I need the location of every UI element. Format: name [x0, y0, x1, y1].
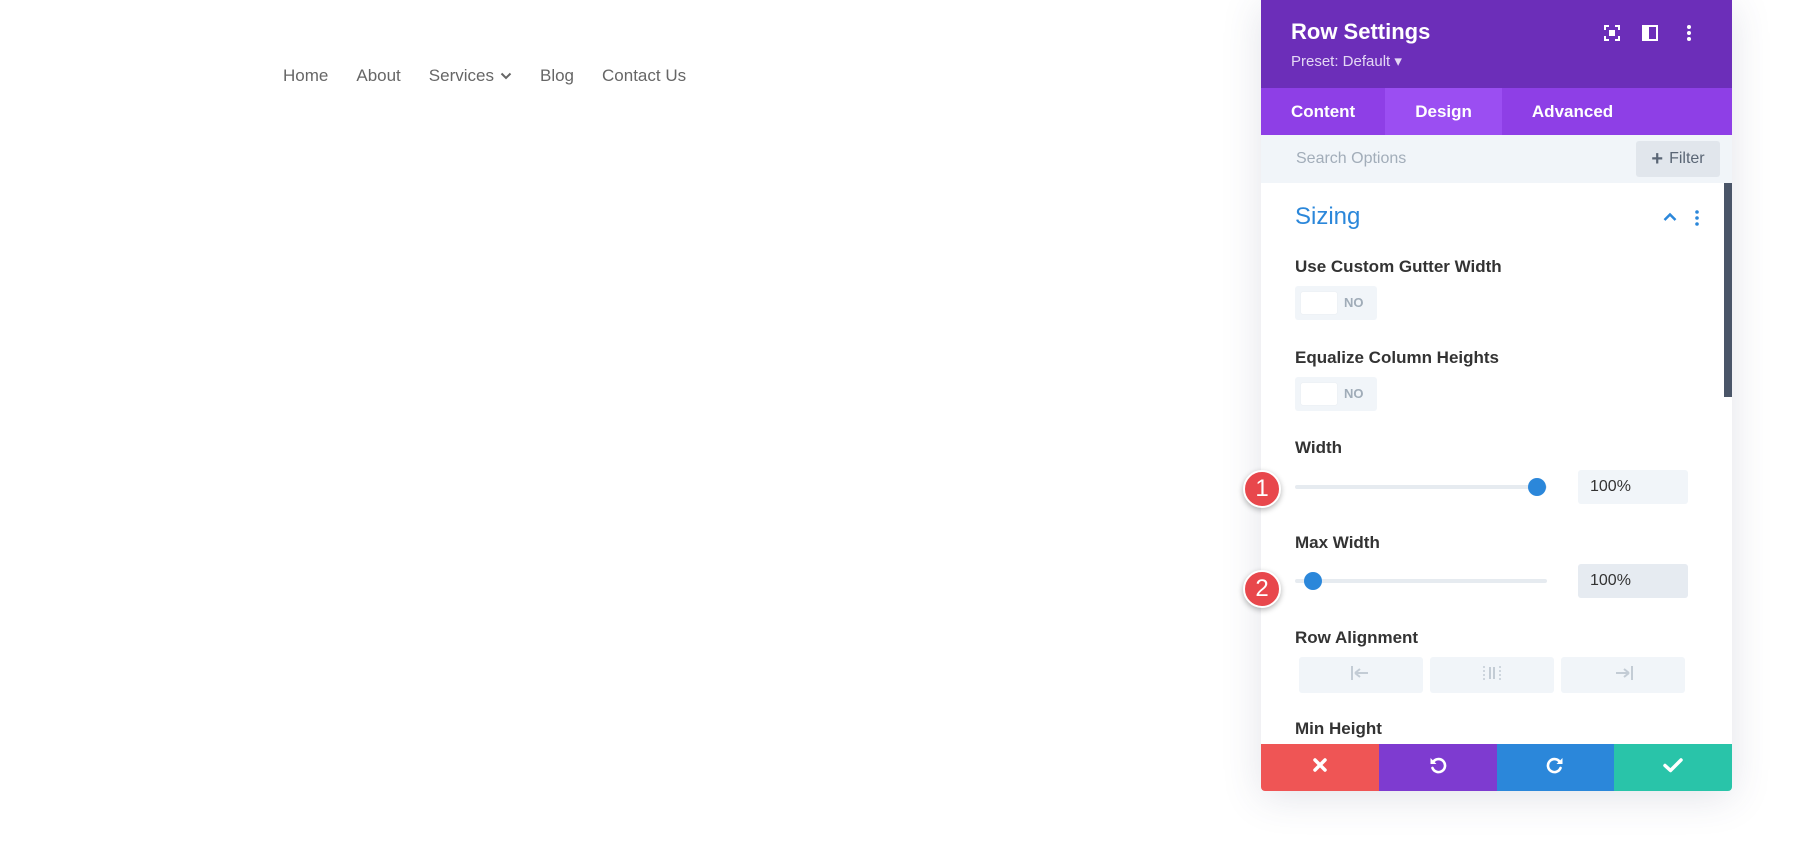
- callout-badge-1: 1: [1243, 470, 1281, 508]
- close-icon: [1312, 757, 1328, 778]
- panel-title: Row Settings: [1291, 19, 1431, 44]
- nav-services[interactable]: Services: [429, 66, 512, 86]
- slider-track: [1295, 579, 1547, 583]
- nav-label: Contact Us: [602, 66, 687, 85]
- panel-footer: [1261, 744, 1732, 791]
- search-options-input[interactable]: [1281, 143, 1581, 175]
- gutter-width-label: Use Custom Gutter Width: [1295, 257, 1502, 276]
- chevron-up-icon[interactable]: [1663, 209, 1677, 227]
- nav-about[interactable]: About: [356, 66, 400, 86]
- equalize-heights-toggle[interactable]: NO: [1295, 377, 1377, 411]
- split-view-icon[interactable]: [1639, 22, 1661, 44]
- max-width-label: Max Width: [1295, 533, 1380, 552]
- tab-advanced[interactable]: Advanced: [1502, 88, 1643, 135]
- align-left-button[interactable]: [1299, 657, 1423, 693]
- section-title-sizing[interactable]: Sizing: [1295, 203, 1360, 231]
- toggle-text: NO: [1344, 295, 1364, 310]
- align-right-button[interactable]: [1561, 657, 1685, 693]
- nav-label: Services: [428, 66, 494, 85]
- tab-content[interactable]: Content: [1261, 88, 1385, 135]
- nav-contact-us[interactable]: Contact Us: [602, 66, 686, 86]
- toggle-text: NO: [1344, 386, 1364, 401]
- width-slider[interactable]: [1295, 477, 1547, 497]
- gutter-width-toggle[interactable]: NO: [1295, 286, 1377, 320]
- screenshot-icon[interactable]: [1601, 22, 1623, 44]
- panel-header[interactable]: Row Settings Preset: Default ▾: [1261, 0, 1732, 88]
- chevron-down-icon: [500, 72, 512, 80]
- slider-thumb[interactable]: [1303, 572, 1322, 590]
- nav-home[interactable]: Home: [283, 66, 328, 86]
- undo-button[interactable]: [1378, 744, 1497, 791]
- redo-button[interactable]: [1496, 744, 1615, 791]
- callout-badge-2: 2: [1243, 570, 1281, 608]
- cancel-button[interactable]: [1261, 744, 1379, 791]
- row-settings-panel: Row Settings Preset: Default ▾ Content D…: [1261, 0, 1732, 791]
- slider-thumb[interactable]: [1527, 478, 1546, 496]
- preset-selector[interactable]: Preset: Default ▾: [1291, 52, 1402, 70]
- filter-button[interactable]: + Filter: [1636, 141, 1720, 177]
- panel-body[interactable]: Sizing Use Custom Gutter Width NO Equali…: [1261, 183, 1732, 744]
- row-alignment-label: Row Alignment: [1295, 628, 1419, 647]
- nav-label: Blog: [539, 66, 575, 85]
- plus-icon: +: [1651, 148, 1664, 170]
- undo-icon: [1428, 755, 1448, 780]
- panel-tabs: Content Design Advanced: [1261, 88, 1732, 135]
- filter-label: Filter: [1669, 150, 1705, 167]
- max-width-value-input[interactable]: [1578, 564, 1688, 598]
- save-button[interactable]: [1614, 744, 1732, 791]
- search-bar: + Filter: [1261, 135, 1732, 183]
- toggle-knob: [1301, 383, 1337, 405]
- more-vertical-icon[interactable]: [1678, 22, 1700, 44]
- align-left-icon: [1351, 665, 1371, 686]
- tab-design[interactable]: Design: [1385, 88, 1502, 135]
- align-right-icon: [1613, 665, 1633, 686]
- slider-track: [1295, 485, 1547, 489]
- equalize-heights-label: Equalize Column Heights: [1295, 348, 1500, 367]
- align-center-icon: [1482, 665, 1502, 686]
- nav-label: Home: [283, 66, 329, 85]
- site-navigation: Home About Services Blog Contact Us: [283, 66, 714, 86]
- checkmark-icon: [1663, 757, 1683, 778]
- scrollbar[interactable]: [1724, 183, 1732, 397]
- redo-icon: [1545, 755, 1565, 780]
- align-center-button[interactable]: [1430, 657, 1554, 693]
- section-more-icon[interactable]: [1695, 210, 1699, 231]
- max-width-slider[interactable]: [1295, 571, 1547, 591]
- min-height-label: Min Height: [1295, 719, 1382, 738]
- width-value-input[interactable]: [1578, 470, 1688, 504]
- nav-blog[interactable]: Blog: [540, 66, 574, 86]
- nav-label: About: [356, 66, 401, 85]
- width-label: Width: [1295, 438, 1343, 457]
- toggle-knob: [1301, 292, 1337, 314]
